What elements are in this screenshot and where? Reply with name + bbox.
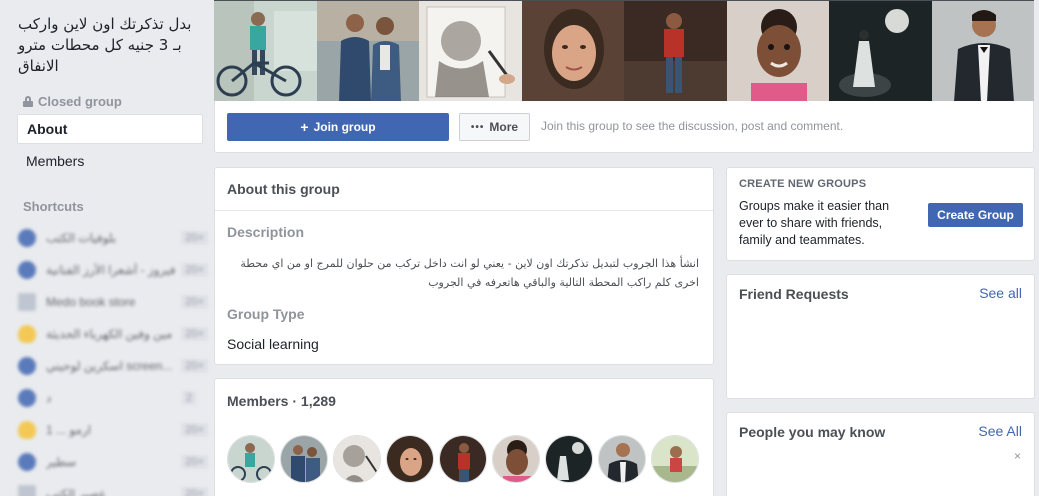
people-you-may-know-card: People you may know See All × (726, 412, 1035, 496)
shortcut-label: اسكرين لوحيني screen... (46, 359, 173, 373)
shortcut-count: 20+ (181, 263, 208, 277)
divider (215, 210, 713, 211)
shortcut-item[interactable]: بلوفيات الكتب 20+ (18, 222, 208, 254)
avatar[interactable] (386, 435, 434, 483)
shortcut-label: بلوفيات الكتب (46, 231, 117, 245)
privacy-label: Closed group (23, 94, 122, 109)
group-title[interactable]: بدل تذكرتك اون لاين واركب بـ 3 جنيه كل م… (18, 14, 198, 77)
members-count-title[interactable]: Members · 1,289 (227, 393, 336, 409)
avatar[interactable] (227, 435, 275, 483)
cover-tile (931, 1, 1034, 101)
join-hint-text: Join this group to see the discussion, p… (541, 119, 844, 133)
shortcut-item[interactable]: عصير الكتب 20+ (18, 478, 208, 496)
cover-tile (829, 1, 932, 101)
avatar[interactable] (280, 435, 328, 483)
cover-tile (521, 1, 624, 101)
avatar[interactable] (651, 435, 699, 483)
members-card: Members · 1,289 (214, 378, 714, 496)
avatar[interactable] (598, 435, 646, 483)
avatar[interactable] (439, 435, 487, 483)
nav-item-members[interactable]: Members (26, 153, 84, 169)
cover-photo[interactable] (214, 0, 1034, 101)
more-dots-icon: ••• (470, 121, 485, 133)
shortcut-count: 20+ (181, 455, 208, 469)
shortcut-count: 20+ (181, 327, 208, 341)
more-label: More (489, 120, 519, 134)
shortcut-item[interactable]: سطير 20+ (18, 446, 208, 478)
plus-icon: + (300, 119, 309, 135)
group-icon (18, 229, 36, 247)
shortcut-count: 20+ (181, 359, 208, 373)
shortcut-count: 20+ (181, 231, 208, 245)
shortcut-count: 2 (182, 391, 197, 405)
image-icon (18, 485, 36, 496)
shortcut-list: بلوفيات الكتب 20+ فيروز - أشعرا الأرز الف… (18, 222, 208, 496)
description-label: Description (227, 224, 305, 240)
close-icon[interactable]: × (1014, 449, 1021, 463)
more-button[interactable]: ••• More (459, 113, 530, 141)
shortcut-label: مين وفين الكهرباء الحديثة (46, 327, 173, 341)
join-group-button[interactable]: + Join group (227, 113, 449, 141)
avatar[interactable] (333, 435, 381, 483)
nav-item-about[interactable]: About (17, 114, 203, 144)
shortcut-item[interactable]: مين وفين الكهرباء الحديثة 20+ (18, 318, 208, 350)
shortcut-label: د (46, 391, 52, 405)
avatar[interactable] (492, 435, 540, 483)
shortcut-count: 20+ (181, 487, 208, 496)
group-type-value: Social learning (227, 336, 319, 352)
shortcut-label: فيروز - أشعرا الأرز الفنانية (46, 263, 176, 277)
friend-requests-card: Friend Requests See all (726, 274, 1035, 399)
people-you-may-know-title: People you may know (739, 424, 886, 440)
create-groups-description: Groups make it easier than ever to share… (739, 199, 890, 247)
group-icon (18, 453, 36, 471)
create-groups-heading: CREATE NEW GROUPS (739, 178, 867, 190)
friend-requests-see-all-link[interactable]: See all (979, 285, 1022, 301)
join-group-label: Join group (313, 120, 376, 134)
cover-tile (624, 1, 727, 101)
shortcut-label: 1 ... ارمو (46, 423, 92, 437)
cover-tile (419, 1, 522, 101)
group-action-bar: + Join group ••• More Join this group to… (214, 101, 1034, 153)
member-avatar-list (227, 435, 699, 483)
group-icon (18, 389, 36, 407)
shortcut-count: 20+ (181, 295, 208, 309)
shortcuts-heading: Shortcuts (23, 199, 84, 214)
cover-tile (316, 1, 419, 101)
shortcut-label: عصير الكتب (46, 487, 107, 496)
lock-icon (23, 96, 33, 107)
shortcut-item[interactable]: د2 (18, 382, 208, 414)
group-type-label: Group Type (227, 306, 305, 322)
left-sidebar: بدل تذكرتك اون لاين واركب بـ 3 جنيه كل م… (0, 0, 210, 496)
shortcut-item[interactable]: 1 ... ارمو 20+ (18, 414, 208, 446)
group-icon (18, 357, 36, 375)
create-group-button[interactable]: Create Group (928, 203, 1023, 227)
shortcut-label: Medo book store (46, 295, 136, 309)
shortcut-item[interactable]: اسكرين لوحيني screen... 20+ (18, 350, 208, 382)
description-text: انشأ هذا الجروب لتبديل تذكرتك اون لاين -… (240, 257, 699, 289)
people-see-all-link[interactable]: See All (978, 423, 1022, 439)
shortcut-count: 20+ (181, 423, 208, 437)
shortcut-item[interactable]: Medo book store 20+ (18, 286, 208, 318)
image-icon (18, 293, 36, 311)
avatar[interactable] (545, 435, 593, 483)
shortcut-item[interactable]: فيروز - أشعرا الأرز الفنانية 20+ (18, 254, 208, 286)
about-card: About this group Description انشأ هذا ال… (214, 167, 714, 365)
privacy-text: Closed group (38, 94, 122, 109)
cover-tile (726, 1, 829, 101)
bulb-icon (18, 325, 36, 343)
about-card-title: About this group (227, 181, 340, 197)
bulb-icon (18, 421, 36, 439)
cover-tile (214, 1, 317, 101)
group-icon (18, 261, 36, 279)
friend-requests-title: Friend Requests (739, 286, 849, 302)
create-groups-card: CREATE NEW GROUPS Groups make it easier … (726, 167, 1035, 261)
shortcut-label: سطير (46, 455, 77, 469)
